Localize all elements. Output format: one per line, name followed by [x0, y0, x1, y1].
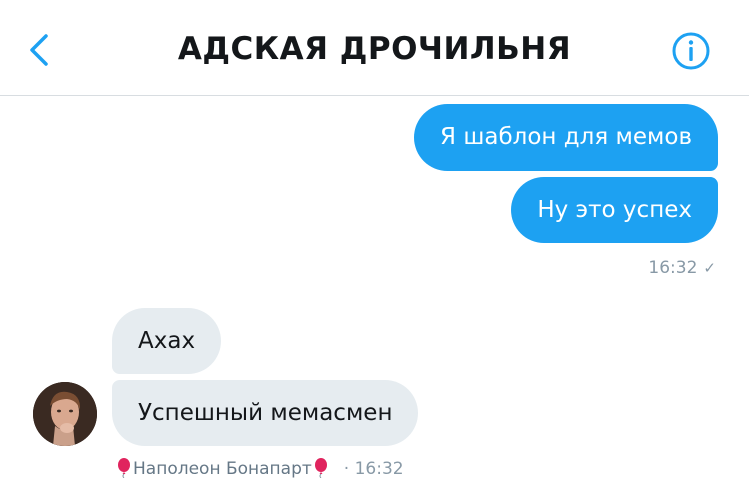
- info-icon: [672, 32, 710, 70]
- outgoing-message-bubble[interactable]: Ну это успех: [511, 177, 718, 243]
- incoming-message-meta: Наполеон Бонапарт · 16:32: [115, 458, 404, 480]
- incoming-timestamp: · 16:32: [343, 459, 404, 479]
- incoming-message-bubble[interactable]: Ахах: [112, 308, 222, 374]
- conversation-header: АДСКАЯ ДРОЧИЛЬНЯ: [0, 0, 749, 96]
- sender-avatar[interactable]: [33, 382, 97, 446]
- sender-name[interactable]: Наполеон Бонапарт: [133, 459, 312, 479]
- outgoing-message-meta: 16:32 ✓: [648, 257, 716, 279]
- info-button[interactable]: [671, 31, 711, 71]
- conversation-title: АДСКАЯ ДРОЧИЛЬНЯ: [177, 31, 572, 67]
- outgoing-timestamp: 16:32: [648, 258, 698, 278]
- red-balloon-icon: [118, 458, 130, 478]
- avatar-photo: [33, 382, 97, 446]
- red-balloon-icon: [314, 458, 327, 478]
- outgoing-message-bubble[interactable]: Я шаблон для мемов: [414, 104, 718, 171]
- incoming-message-bubble[interactable]: Успешный мемасмен: [112, 380, 419, 446]
- checkmark-icon: ✓: [703, 259, 716, 277]
